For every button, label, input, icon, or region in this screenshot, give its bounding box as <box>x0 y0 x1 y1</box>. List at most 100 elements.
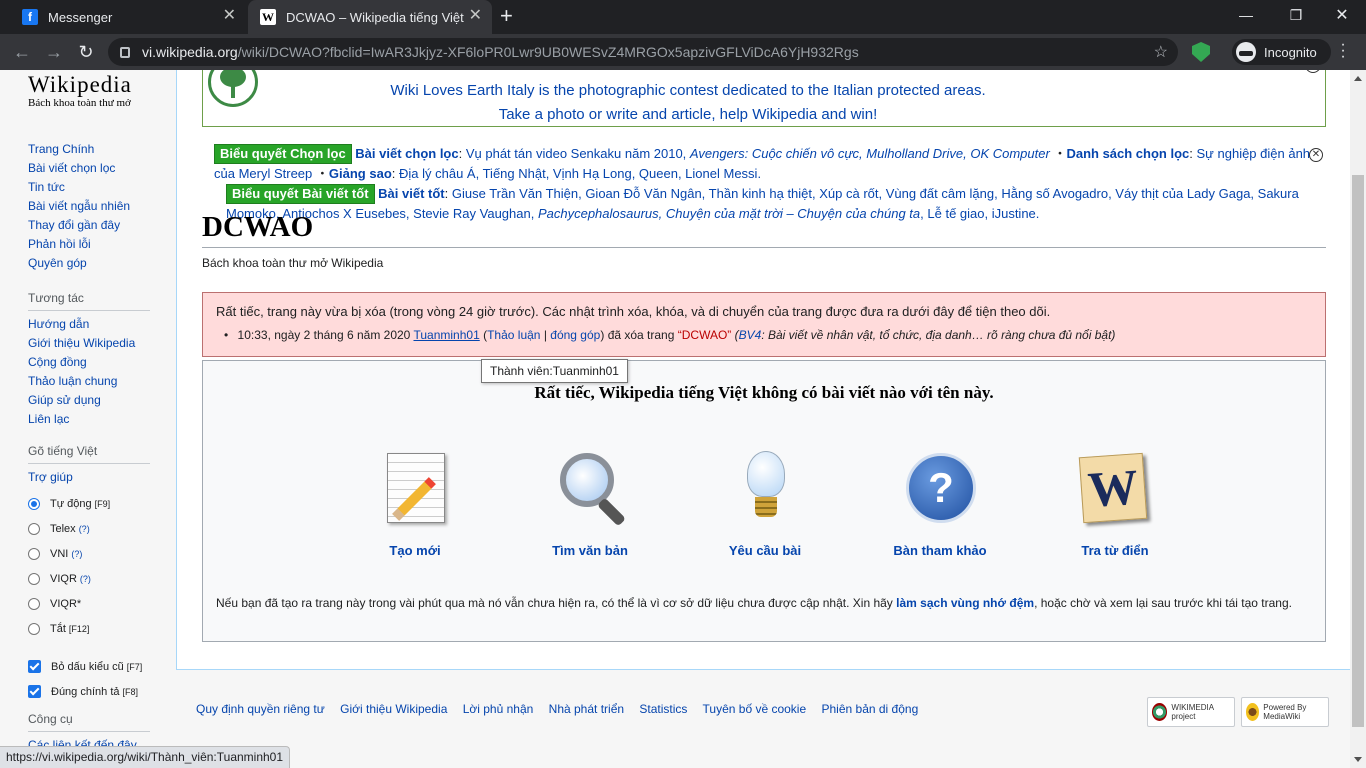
typing-mode-off[interactable]: Tắt [F12] <box>28 616 158 641</box>
sidebar-item[interactable]: Bài viết ngẫu nhiên <box>28 197 158 216</box>
footer-link[interactable]: Lời phủ nhận <box>463 702 534 716</box>
option-label[interactable]: Yêu cầu bài <box>705 543 825 558</box>
sidebar-item[interactable]: Thay đổi gần đây <box>28 216 158 235</box>
no-article-box: Rất tiếc, Wikipedia tiếng Việt không có … <box>202 360 1326 642</box>
footer-link[interactable]: Giới thiệu Wikipedia <box>340 702 447 716</box>
radio-button[interactable] <box>28 547 40 560</box>
sidebar-item[interactable]: Liên lạc <box>28 410 158 429</box>
sidebar-item[interactable]: Hướng dẫn <box>28 315 158 334</box>
checkbox[interactable] <box>28 685 41 698</box>
option-search[interactable]: Tìm văn bản <box>530 451 650 558</box>
radio-button[interactable] <box>28 497 40 510</box>
tab-title: DCWAO – Wikipedia tiếng Việt <box>286 9 464 25</box>
typing-mode-viqr[interactable]: VIQR (?) <box>28 566 158 591</box>
footer-link[interactable]: Tuyên bố về cookie <box>703 702 807 716</box>
sidebar-item[interactable]: Tin tức <box>28 178 158 197</box>
footer-link[interactable]: Statistics <box>639 702 687 716</box>
sidebar-item[interactable]: Trang Chính <box>28 140 158 159</box>
sidebar-item[interactable]: Thảo luận chung <box>28 372 158 391</box>
vote-featured-button[interactable]: Biểu quyết Chọn lọc <box>214 144 352 164</box>
user-link[interactable]: Tuanminh01 <box>413 328 479 342</box>
extension-shield-icon[interactable] <box>1192 42 1210 62</box>
page-scrollbar[interactable] <box>1350 70 1366 768</box>
purge-cache-link[interactable]: làm sạch vùng nhớ đệm <box>896 596 1034 610</box>
featured-articles-list[interactable]: Vụ phát tán video Senkaku năm 2010, <box>466 146 686 161</box>
option-label[interactable]: Tạo mới <box>355 543 475 558</box>
sidebar-item[interactable]: Phản hồi lỗi <box>28 235 158 254</box>
vote-notice-featured: Biểu quyết Chọn lọc Bài viết chọn lọc: V… <box>214 144 1311 181</box>
wikimedia-badge[interactable]: WIKIMEDIA project <box>1147 697 1235 727</box>
radio-button[interactable] <box>28 597 40 610</box>
footer-link[interactable]: Quy định quyền riêng tư <box>196 702 325 716</box>
restore-button[interactable]: ❐ <box>1272 0 1320 30</box>
close-icon[interactable]: ✕ <box>223 8 236 24</box>
option-label[interactable]: Tra từ điển <box>1055 543 1175 558</box>
close-icon[interactable]: ✕ <box>1305 70 1321 73</box>
scrollbar-thumb[interactable] <box>1352 175 1364 727</box>
vote-good-button[interactable]: Biểu quyết Bài viết tốt <box>226 184 375 204</box>
typing-mode-auto[interactable]: Tự động [F9] <box>28 491 158 516</box>
typing-mode-viqr-star[interactable]: VIQR* <box>28 591 158 616</box>
banner-line-1[interactable]: Wiki Loves Earth Italy is the photograph… <box>323 79 1053 103</box>
footer-links: Quy định quyền riêng tư Giới thiệu Wikip… <box>196 702 930 716</box>
user-talk-link[interactable]: Thảo luận <box>487 328 540 342</box>
option-label[interactable]: Tìm văn bản <box>530 543 650 558</box>
checkbox[interactable] <box>28 660 41 673</box>
new-tab-button[interactable]: + <box>500 4 513 28</box>
reason-code-link[interactable]: BV4 <box>739 328 762 342</box>
option-label[interactable]: Bàn tham khảo <box>880 543 1000 558</box>
spelling-checkbox[interactable]: Đúng chính tả [F8] <box>28 679 158 704</box>
deleted-page-link[interactable]: “DCWAO” <box>678 328 732 342</box>
forward-button[interactable]: → <box>42 40 66 64</box>
radio-button[interactable] <box>28 622 40 635</box>
sidebar-item[interactable]: Giới thiệu Wikipedia <box>28 334 158 353</box>
typing-mode-vni[interactable]: VNI (?) <box>28 541 158 566</box>
banner-line-2[interactable]: Take a photo or write and article, help … <box>323 103 1053 127</box>
wikimedia-icon <box>1152 703 1168 721</box>
close-icon[interactable]: ✕ <box>469 8 482 24</box>
typing-help-link[interactable]: Trợ giúp <box>28 468 158 487</box>
option-reference-desk[interactable]: ? Bàn tham khảo <box>880 451 1000 558</box>
sidebar-item[interactable]: Quyên góp <box>28 254 158 273</box>
sidebar-item[interactable]: Giúp sử dụng <box>28 391 158 410</box>
sidebar-item[interactable]: Bài viết chọn lọc <box>28 159 158 178</box>
scroll-up-arrow-icon[interactable] <box>1354 76 1362 81</box>
address-bar[interactable]: vi.wikipedia.org/wiki/DCWAO?fbclid=IwAR3… <box>108 38 1178 66</box>
window-close-button[interactable]: ✕ <box>1318 0 1366 30</box>
back-button[interactable]: ← <box>10 40 34 64</box>
option-request[interactable]: Yêu cầu bài <box>705 451 825 558</box>
user-link-tooltip: Thành viên:Tuanminh01 <box>481 359 628 383</box>
reload-button[interactable]: ↻ <box>74 40 98 64</box>
radio-button[interactable] <box>28 522 40 535</box>
old-style-accent-checkbox[interactable]: Bỏ dấu kiểu cũ [F7] <box>28 654 158 679</box>
featured-lists-title[interactable]: Danh sách chọn lọc <box>1066 146 1189 161</box>
featured-pictures-items[interactable]: Địa lý châu Á, Tiếng Nhật, Vịnh Hạ Long,… <box>399 166 761 181</box>
minimize-button[interactable]: — <box>1222 0 1270 30</box>
browser-menu-icon[interactable]: · · · <box>1338 37 1348 65</box>
footer-link[interactable]: Nhà phát triển <box>549 702 624 716</box>
sidebar-item[interactable]: Cộng đồng <box>28 353 158 372</box>
featured-pictures-title[interactable]: Giảng sao <box>329 166 392 181</box>
bookmark-star-icon[interactable]: ☆ <box>1154 42 1168 62</box>
featured-articles-title[interactable]: Bài viết chọn lọc <box>355 146 458 161</box>
scroll-down-arrow-icon[interactable] <box>1354 757 1362 762</box>
radio-button[interactable] <box>28 572 40 585</box>
featured-articles-italic[interactable]: Avengers: Cuộc chiến vô cực, Mulholland … <box>690 146 1050 161</box>
tab-wikipedia[interactable]: W DCWAO – Wikipedia tiếng Việt ✕ <box>248 0 492 34</box>
good-articles-title[interactable]: Bài viết tốt <box>378 186 444 201</box>
central-notice-banner[interactable]: Wiki Loves Earth Italy is the photograph… <box>202 70 1326 127</box>
option-dictionary[interactable]: W Tra từ điển <box>1055 451 1175 558</box>
incognito-indicator[interactable]: Incognito <box>1232 39 1331 65</box>
tab-title: Messenger <box>48 9 113 25</box>
wikipedia-logo[interactable]: Wikipedia Bách khoa toàn thư mở <box>28 72 158 109</box>
user-contribs-link[interactable]: đóng góp <box>550 328 600 342</box>
sidebar-heading: Tương tác <box>28 290 150 311</box>
magnifier-icon <box>554 451 626 531</box>
footer-link[interactable]: Phiên bản di động <box>822 702 919 716</box>
tab-messenger[interactable]: f Messenger ✕ <box>10 0 246 34</box>
option-create[interactable]: Tạo mới <box>355 451 475 558</box>
sidebar-heading: Gõ tiếng Việt <box>28 443 150 464</box>
typing-mode-telex[interactable]: Telex (?) <box>28 516 158 541</box>
close-icon[interactable]: ✕ <box>1309 148 1323 162</box>
mediawiki-badge[interactable]: Powered By MediaWiki <box>1241 697 1329 727</box>
